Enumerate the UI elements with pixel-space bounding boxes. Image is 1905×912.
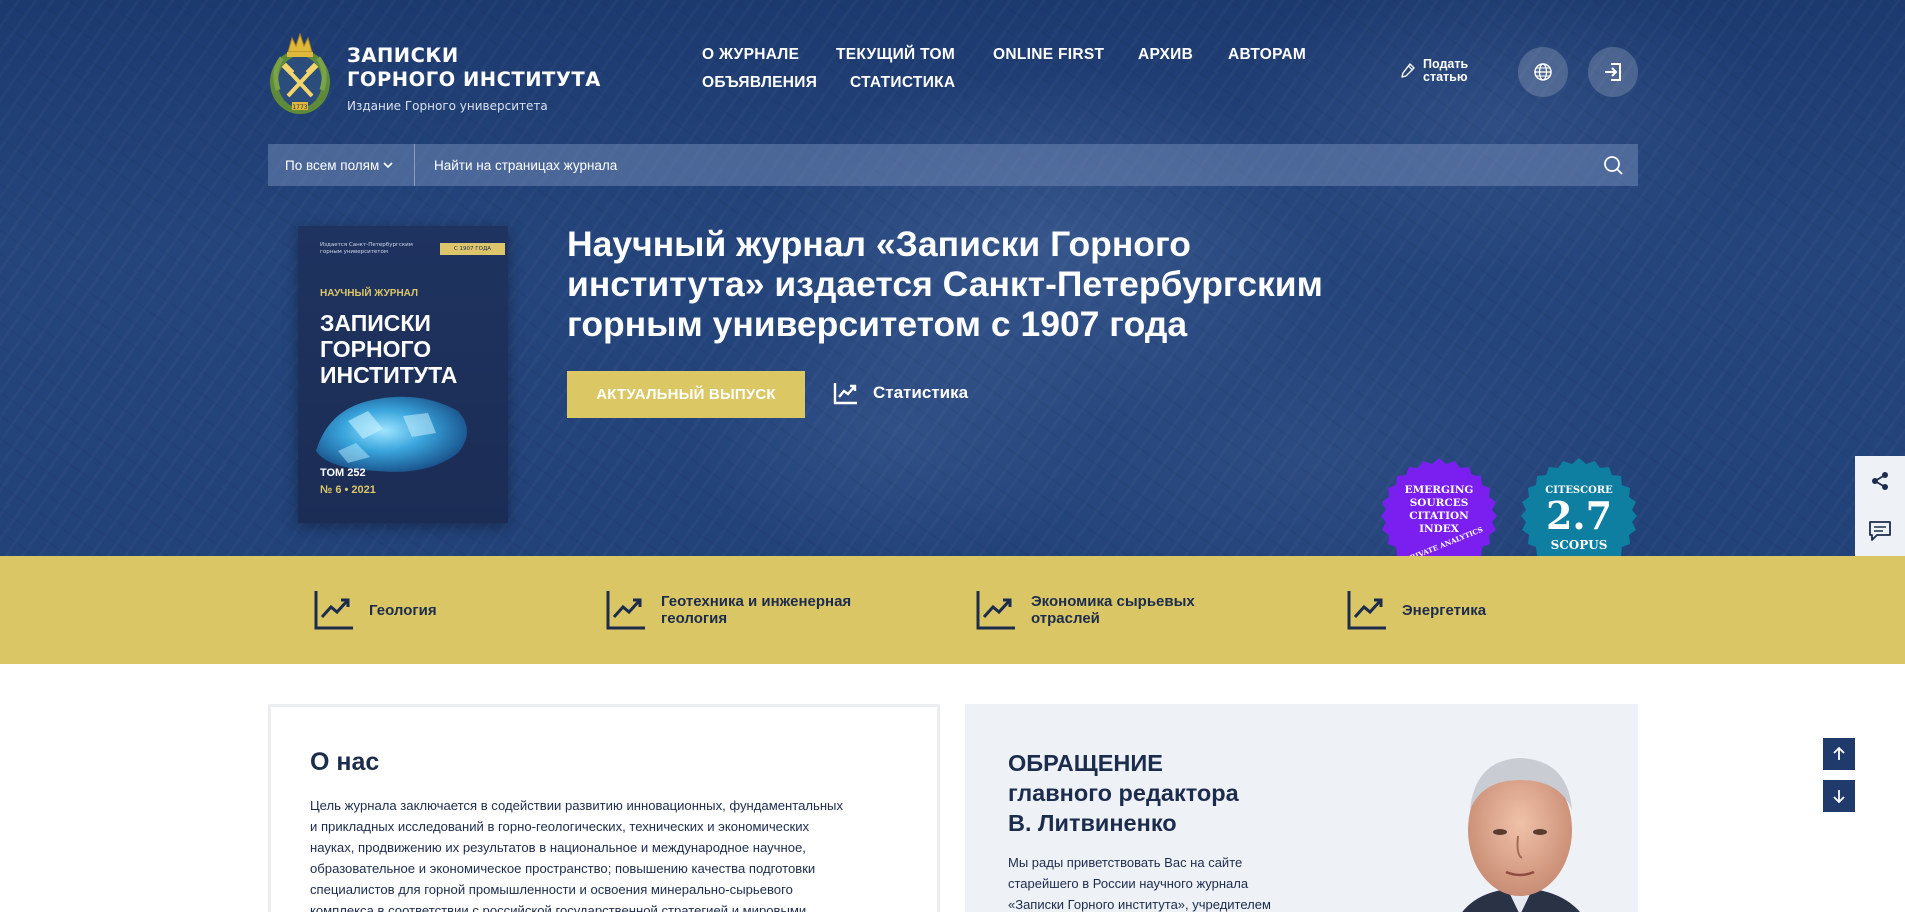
search-bar: По всем полям <box>268 144 1638 186</box>
nav-item-current-volume[interactable]: ТЕКУЩИЙ ТОМ <box>836 46 955 64</box>
about-card: О нас Цель журнала заключается в содейст… <box>268 704 940 912</box>
hero-heading-line3: горным университетом с 1907 года <box>567 304 1188 344</box>
share-icon <box>1872 472 1888 490</box>
submit-line2: статью <box>1423 70 1468 84</box>
share-button[interactable] <box>1855 456 1905 506</box>
pen-icon <box>1401 63 1415 78</box>
comment-button[interactable] <box>1855 506 1905 556</box>
category-line1: Экономика сырьевых <box>1031 593 1195 610</box>
site-title-line2: ГОРНОГО ИНСТИТУТА <box>347 68 601 91</box>
about-text: Цель журнала заключается в содействии ра… <box>310 795 902 912</box>
cover-volume: ТОМ 252 <box>320 467 366 479</box>
nav-item-authors[interactable]: АВТОРАМ <box>1228 46 1306 64</box>
chart-trend-icon <box>1347 591 1386 630</box>
scroll-up-button[interactable] <box>1823 738 1855 770</box>
comment-icon <box>1869 521 1891 541</box>
editor-text: Мы рады приветствовать Вас на сайте стар… <box>1008 852 1308 912</box>
cover-title-line1: ЗАПИСКИ <box>320 310 431 336</box>
site-title-line1: ЗАПИСКИ <box>347 44 459 67</box>
login-icon <box>1605 63 1621 81</box>
search-input[interactable] <box>415 144 1588 186</box>
about-line: науках, продвижению их результатов в нац… <box>310 840 806 855</box>
category-line2: отраслей <box>1031 610 1100 627</box>
chart-trend-icon <box>314 591 353 630</box>
submit-article-label: Подать статью <box>1423 58 1483 84</box>
submit-article-link[interactable]: Подать статью <box>1401 58 1483 84</box>
editor-line: Мы рады приветствовать Вас на сайте <box>1008 855 1243 870</box>
cover-publisher: Издается Санкт-Петербургским горным унив… <box>320 242 413 255</box>
site-subtitle: Издание Горного университета <box>347 99 548 113</box>
arrow-down-icon <box>1833 790 1845 804</box>
category-line2: геология <box>661 610 728 627</box>
search-button[interactable] <box>1588 144 1638 186</box>
category-strip: Геология Геотехника и инженерная геологи… <box>0 556 1905 664</box>
chart-trend-icon <box>833 383 857 405</box>
esci-line1: EMERGING <box>1404 484 1474 496</box>
about-line: образовательное и экономическое простран… <box>310 861 816 876</box>
editor-title-line3: В. Литвиненко <box>1008 810 1177 836</box>
cover-mineral-image <box>316 396 467 472</box>
nav-item-online-first[interactable]: ONLINE FIRST <box>993 46 1104 64</box>
category-energy[interactable]: Энергетика <box>1346 589 1486 631</box>
about-title: О нас <box>310 748 380 776</box>
category-geotechnics[interactable]: Геотехника и инженерная геология <box>605 589 851 631</box>
hero-heading-line1: Научный журнал «Записки Горного <box>567 224 1191 264</box>
statistics-link[interactable]: Статистика <box>833 381 968 405</box>
editor-line: старейшего в России научного журнала <box>1008 876 1249 891</box>
editor-portrait <box>1462 758 1580 912</box>
category-line1: Геология <box>369 601 437 619</box>
nav-item-about[interactable]: О ЖУРНАЛЕ <box>702 46 799 64</box>
editor-title-line2: главного редактора <box>1008 780 1239 806</box>
category-economics[interactable]: Экономика сырьевых отраслей <box>975 589 1195 631</box>
chart-trend-icon <box>606 591 645 630</box>
category-line1: Энергетика <box>1402 601 1487 619</box>
editor-title-line1: ОБРАЩЕНИЕ <box>1008 750 1163 776</box>
cover-kind: НАУЧНЫЙ ЖУРНАЛ <box>320 288 419 299</box>
globe-icon <box>1534 63 1552 81</box>
category-label: Экономика сырьевых отраслей <box>1031 593 1195 627</box>
about-line: Цель журнала заключается в содействии ра… <box>310 798 844 813</box>
logo-year: 1773 <box>292 104 307 111</box>
statistics-label: Статистика <box>873 383 969 402</box>
chevron-down-icon <box>383 162 393 169</box>
cover-title: ЗАПИСКИ ГОРНОГО ИНСТИТУТА <box>320 310 457 388</box>
citescore-value: 2.7 <box>1545 493 1613 538</box>
cover-title-line2: ГОРНОГО <box>320 336 432 362</box>
about-line: комплекса в соответствии с российской го… <box>310 903 807 912</box>
category-geology[interactable]: Геология <box>313 589 437 631</box>
cover-since-badge: С 1907 ГОДА <box>440 243 505 255</box>
language-button[interactable] <box>1518 47 1568 97</box>
category-label: Геотехника и инженерная геология <box>661 593 851 627</box>
editor-address-card: ОБРАЩЕНИЕ главного редактора В. Литвинен… <box>965 704 1638 912</box>
current-issue-button[interactable]: АКТУАЛЬНЫЙ ВЫПУСК <box>567 371 805 418</box>
cover-issue: № 6 • 2021 <box>320 484 376 496</box>
esci-line2: SOURCES <box>1409 497 1469 509</box>
about-line: специалистов для горной промышленности и… <box>310 882 793 897</box>
esci-line3: CITATION <box>1409 510 1469 522</box>
category-label: Геология <box>369 602 437 619</box>
search-icon <box>1604 156 1623 175</box>
side-panel <box>1855 456 1905 556</box>
site-title[interactable]: ЗАПИСКИ ГОРНОГО ИНСТИТУТА <box>347 44 601 92</box>
editor-line: «Записки Горного института», учредителем <box>1008 897 1271 912</box>
scroll-down-button[interactable] <box>1823 780 1855 812</box>
nav-item-announcements[interactable]: ОБЪЯВЛЕНИЯ <box>702 74 817 92</box>
category-line1: Геотехника и инженерная <box>661 593 852 610</box>
logo-emblem-icon[interactable]: 1773 <box>268 30 332 116</box>
arrow-up-icon <box>1833 746 1845 760</box>
nav-item-archive[interactable]: АРХИВ <box>1138 46 1193 64</box>
citescore-source: SCOPUS <box>1550 538 1608 552</box>
category-label: Энергетика <box>1402 602 1486 619</box>
about-line: и прикладных исследований в горно-геолог… <box>310 819 810 834</box>
search-scope-label: По всем полям <box>285 157 380 173</box>
hero-heading-line2: института» издается Санкт-Петербургским <box>567 264 1323 304</box>
editor-title[interactable]: ОБРАЩЕНИЕ главного редактора В. Литвинен… <box>1008 748 1239 838</box>
nav-item-statistics[interactable]: СТАТИСТИКА <box>850 74 955 92</box>
search-scope-dropdown[interactable]: По всем полям <box>268 144 415 186</box>
journal-cover[interactable]: Издается Санкт-Петербургским горным унив… <box>298 226 508 523</box>
hero-heading: Научный журнал «Записки Горного институт… <box>567 224 1387 344</box>
login-button[interactable] <box>1588 47 1638 97</box>
chart-trend-icon <box>976 591 1015 630</box>
